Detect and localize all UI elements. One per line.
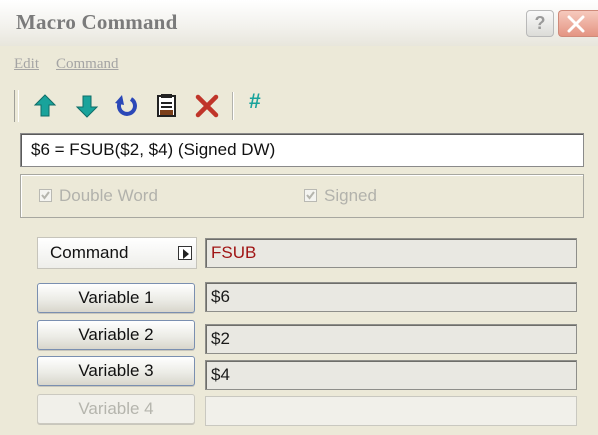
double-word-option: Double Word: [39, 186, 158, 206]
close-button[interactable]: [558, 10, 598, 37]
macro-command-dialog: Macro Command ? Edit Command # $6 = FSUB…: [0, 0, 598, 435]
variable-4-field: [205, 396, 577, 426]
close-icon: [567, 15, 585, 33]
check-icon: [41, 191, 50, 200]
notes-button[interactable]: [152, 91, 182, 121]
undo-icon: [115, 95, 137, 116]
hash-button[interactable]: #: [249, 90, 261, 114]
menu-edit[interactable]: Edit: [14, 56, 39, 73]
window-title: Macro Command: [16, 10, 178, 34]
variable-2-button[interactable]: Variable 2: [37, 320, 195, 350]
delete-button[interactable]: [192, 91, 222, 121]
expression-field[interactable]: $6 = FSUB($2, $4) (Signed DW): [20, 133, 584, 167]
title-bar[interactable]: Macro Command ?: [0, 0, 598, 46]
signed-option: Signed: [304, 186, 377, 206]
signed-checkbox: [304, 189, 317, 202]
notes-icon: [157, 94, 176, 117]
variable-2-field[interactable]: $2: [205, 324, 577, 354]
signed-label: Signed: [324, 186, 377, 205]
variable-3-field[interactable]: $4: [205, 360, 577, 390]
expand-arrow-icon: [178, 246, 192, 260]
check-icon: [306, 191, 315, 200]
command-button[interactable]: Command: [37, 237, 197, 269]
variable-3-button[interactable]: Variable 3: [37, 356, 195, 386]
move-down-button[interactable]: [72, 91, 102, 121]
menu-bar: Edit Command: [0, 53, 598, 79]
help-button[interactable]: ?: [526, 10, 554, 37]
command-button-label: Command: [50, 243, 129, 262]
help-icon: ?: [534, 13, 546, 33]
delete-icon: [195, 94, 219, 118]
variable-4-button: Variable 4: [37, 394, 195, 424]
double-word-checkbox: [39, 189, 52, 202]
double-word-label: Double Word: [59, 186, 158, 205]
move-down-icon: [75, 95, 99, 118]
toolbar-separator: [232, 92, 234, 120]
command-value-field[interactable]: FSUB: [205, 238, 577, 268]
variable-1-field[interactable]: $6: [205, 282, 577, 312]
options-group: Double Word Signed: [20, 174, 584, 218]
toolbar-grip[interactable]: [14, 90, 19, 122]
undo-button[interactable]: [112, 91, 142, 121]
move-up-icon: [33, 94, 57, 117]
menu-command[interactable]: Command: [56, 56, 119, 73]
toolbar: #: [0, 88, 598, 126]
variable-1-button[interactable]: Variable 1: [37, 283, 195, 313]
move-up-button[interactable]: [30, 91, 60, 121]
